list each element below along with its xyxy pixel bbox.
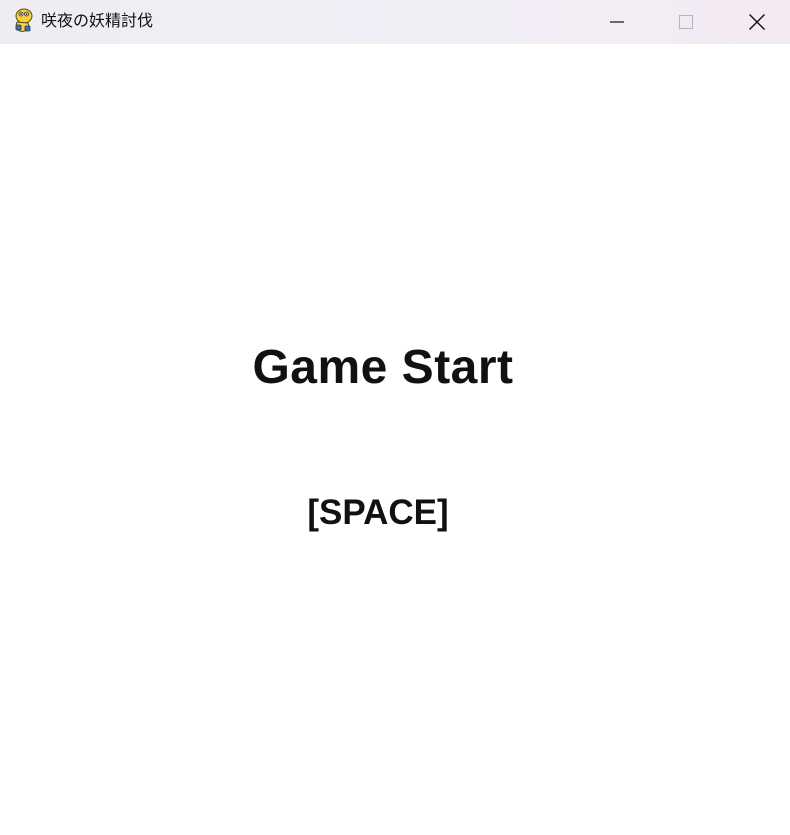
close-icon — [748, 13, 766, 31]
maximize-icon — [678, 14, 694, 30]
game-canvas[interactable]: Game Start [SPACE] — [0, 44, 790, 835]
maximize-button[interactable] — [656, 0, 716, 44]
space-key-prompt: [SPACE] — [307, 493, 449, 532]
close-button[interactable] — [727, 0, 787, 44]
title-bar[interactable]: 咲夜の妖精討伐 — [0, 0, 790, 44]
python-snake-icon — [11, 8, 35, 34]
window-title: 咲夜の妖精討伐 — [41, 11, 154, 30]
game-start-title: Game Start — [252, 341, 514, 394]
game-window: 咲夜の妖精討伐 Game Start [SPACE] — [0, 0, 790, 835]
minimize-icon — [609, 14, 625, 30]
minimize-button[interactable] — [587, 0, 647, 44]
